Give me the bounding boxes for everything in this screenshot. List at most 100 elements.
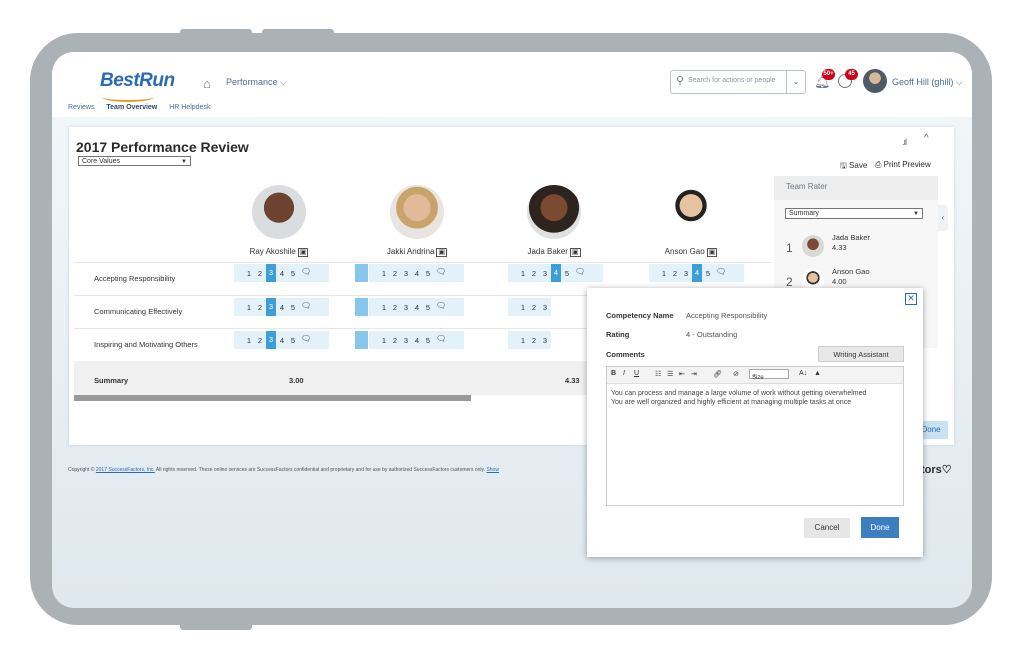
rating-option[interactable]: 2 <box>529 336 539 345</box>
rating-option[interactable]: 3 <box>266 264 276 282</box>
font-color-icon[interactable]: A↓ <box>799 370 807 377</box>
rating-option[interactable]: 1 <box>379 303 389 312</box>
rating-option[interactable]: 1 <box>518 303 528 312</box>
rating-option[interactable]: 5 <box>423 336 433 345</box>
rating-option[interactable]: 2 <box>255 336 265 345</box>
rating-option[interactable]: 2 <box>390 336 400 345</box>
chart-icon[interactable]: .ıl <box>902 137 907 147</box>
search-input[interactable]: Search for actions or people <box>688 77 776 84</box>
comment-text[interactable]: You can process and manage a large volum… <box>611 389 866 407</box>
rating-option[interactable]: 4 <box>551 264 561 282</box>
underline-icon[interactable]: U <box>634 370 639 377</box>
module-menu[interactable]: Performance ⌵ <box>226 77 287 88</box>
rating-option[interactable]: 4 <box>277 269 287 278</box>
comment-icon[interactable]: 🗨︎ <box>301 301 311 310</box>
writing-assistant-button[interactable]: Writing Assistant <box>818 346 904 362</box>
link-icon[interactable]: 🔗︎ <box>713 370 722 378</box>
rating-option[interactable]: 2 <box>670 269 680 278</box>
rating-option[interactable]: 1 <box>659 269 669 278</box>
rating-option[interactable]: 1 <box>518 269 528 278</box>
rating-option[interactable]: 1 <box>518 336 528 345</box>
rating-option[interactable]: 2 <box>529 269 539 278</box>
rating-option[interactable]: 3 <box>401 336 411 345</box>
employee-photo[interactable] <box>664 185 718 239</box>
italic-icon[interactable]: I <box>623 370 625 377</box>
employee-name[interactable]: Jada Baker ▣ <box>499 247 609 257</box>
rating-option[interactable]: 5 <box>703 269 713 278</box>
rating-option[interactable]: 1 <box>244 269 254 278</box>
search-scope-dropdown[interactable]: ⌄ <box>786 71 805 93</box>
comment-icon[interactable]: 🗨︎ <box>301 267 311 276</box>
rating-option[interactable]: 3 <box>681 269 691 278</box>
rating-option[interactable]: 4 <box>277 336 287 345</box>
rating-option[interactable]: 5 <box>562 269 572 278</box>
copyright-link[interactable]: 2017 SuccessFactors, Inc. <box>96 467 155 473</box>
done-button[interactable]: Done <box>861 517 899 538</box>
rating-option[interactable]: 3 <box>401 303 411 312</box>
font-size-select[interactable]: Size ⌄ <box>749 369 789 381</box>
bullet-list-icon[interactable]: ☰ <box>667 370 673 378</box>
comment-icon[interactable]: 🗨︎ <box>436 267 446 276</box>
comment-icon[interactable]: 🗨︎ <box>301 334 311 343</box>
rating-option[interactable]: 2 <box>390 303 400 312</box>
rating-option[interactable]: 3 <box>266 298 276 316</box>
user-menu[interactable]: Geoff Hill (ghill) ⌵ <box>892 77 963 88</box>
indent-icon[interactable]: ⇥ <box>691 370 697 378</box>
horizontal-scrollbar[interactable] <box>74 395 471 401</box>
bold-icon[interactable]: B <box>611 370 616 377</box>
rating-option[interactable]: 3 <box>540 303 550 312</box>
comment-icon[interactable]: 🗨︎ <box>436 334 446 343</box>
rating-option[interactable]: 2 <box>390 269 400 278</box>
rating-option[interactable]: 1 <box>244 303 254 312</box>
rating-option[interactable]: 3 <box>266 331 276 349</box>
profile-card-icon[interactable]: ▣ <box>297 248 309 257</box>
employee-photo[interactable] <box>390 185 444 239</box>
employee-name[interactable]: Anson Gao ▣ <box>636 247 746 257</box>
tab-reviews[interactable]: Reviews <box>68 104 94 111</box>
home-icon[interactable]: ⌂ <box>203 76 211 91</box>
highlight-icon[interactable]: ▲ <box>814 370 821 377</box>
section-select[interactable]: Core Values ▼ <box>78 156 191 166</box>
rating-option[interactable]: 3 <box>540 336 550 345</box>
cancel-button[interactable]: Cancel <box>804 518 850 538</box>
search-box[interactable]: ⚲ Search for actions or people ⌄ <box>670 70 806 94</box>
tab-hr-helpdesk[interactable]: HR Helpdesk <box>169 104 210 111</box>
rating-option[interactable]: 4 <box>412 336 422 345</box>
collapse-icon[interactable]: ^ <box>924 133 929 144</box>
rating-option[interactable]: 2 <box>255 303 265 312</box>
ordered-list-icon[interactable]: ☷ <box>655 370 661 378</box>
employee-name[interactable]: Ray Akoshile ▣ <box>224 247 334 257</box>
outdent-icon[interactable]: ⇤ <box>679 370 685 378</box>
rating-option[interactable]: 1 <box>379 269 389 278</box>
rating-option[interactable]: 4 <box>277 303 287 312</box>
comment-icon[interactable]: 🗨︎ <box>436 301 446 310</box>
rating-option[interactable]: 5 <box>288 336 298 345</box>
rating-option[interactable]: 5 <box>288 303 298 312</box>
rating-option[interactable]: 2 <box>529 303 539 312</box>
profile-card-icon[interactable]: ▣ <box>436 248 448 257</box>
team-rater-select[interactable]: Summary ▼ <box>785 208 923 219</box>
employee-photo[interactable] <box>527 185 581 239</box>
comment-icon[interactable]: 🗨︎ <box>716 267 726 276</box>
print-preview-button[interactable]: ⎙ Print Preview <box>875 160 931 170</box>
rating-option[interactable]: 1 <box>244 336 254 345</box>
rating-option[interactable]: 5 <box>423 269 433 278</box>
bestrun-logo[interactable]: BestRun <box>100 70 175 92</box>
panel-expand-handle[interactable]: ‹ <box>938 205 948 231</box>
close-icon[interactable]: ✕ <box>905 293 917 305</box>
tab-team-overview[interactable]: Team Overview <box>106 104 157 111</box>
show-link[interactable]: Show <box>486 467 499 473</box>
rating-option[interactable]: 4 <box>412 303 422 312</box>
employee-name[interactable]: Jakki Andrina ▣ <box>362 247 472 257</box>
rating-option[interactable]: 3 <box>540 269 550 278</box>
profile-card-icon[interactable]: ▣ <box>706 248 718 257</box>
profile-card-icon[interactable]: ▣ <box>569 248 581 257</box>
rating-option[interactable]: 3 <box>401 269 411 278</box>
save-button[interactable]: 🖫 Save <box>840 160 867 174</box>
user-avatar[interactable] <box>863 69 887 93</box>
rating-option[interactable]: 5 <box>288 269 298 278</box>
employee-photo[interactable] <box>252 185 306 239</box>
comment-icon[interactable]: 🗨︎ <box>575 267 585 276</box>
rating-option[interactable]: 5 <box>423 303 433 312</box>
unlink-icon[interactable]: ⊘ <box>733 370 739 378</box>
